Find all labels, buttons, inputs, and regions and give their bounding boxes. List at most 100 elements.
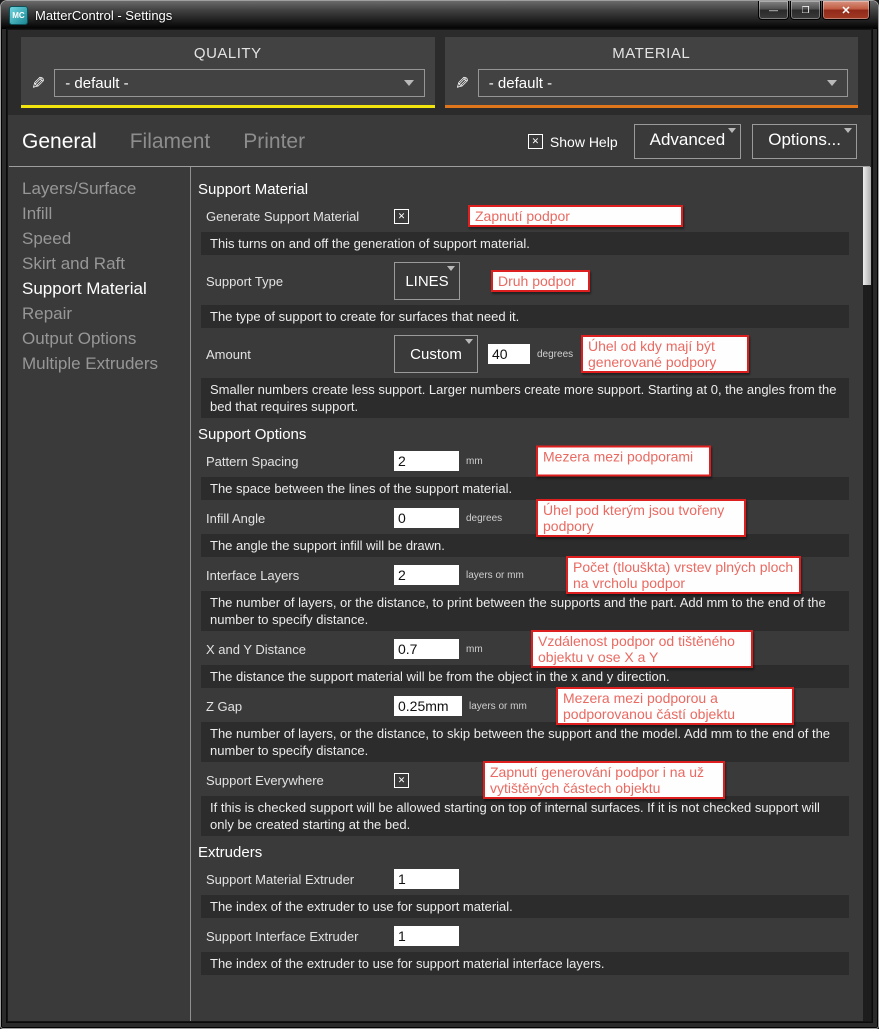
- scrollbar-thumb[interactable]: [863, 167, 871, 285]
- annotation-note: Mezera mezi podporami: [536, 446, 711, 477]
- material-panel-title: MATERIAL: [455, 45, 849, 62]
- annotation-note: Zapnutí podpor: [468, 205, 683, 227]
- setting-row-z-gap: Z Gaplayers or mmMezera mezi podporou a …: [191, 694, 863, 718]
- scrollbar[interactable]: [863, 167, 871, 1021]
- setting-row-amount: AmountCustomdegreesÚhel od kdy mají být …: [191, 334, 863, 374]
- setting-label: Support Interface Extruder: [206, 929, 394, 944]
- help-text: The space between the lines of the suppo…: [201, 477, 849, 500]
- annotation-note: Úhel od kdy mají být generované podpory: [581, 335, 749, 373]
- help-text: If this is checked support will be allow…: [201, 796, 849, 836]
- help-text: The index of the extruder to use for sup…: [201, 952, 849, 975]
- quality-preset-value: - default -: [65, 75, 128, 92]
- maximize-button-icon[interactable]: ❐: [790, 1, 821, 20]
- unit-label: layers or mm: [469, 701, 527, 712]
- input-amount[interactable]: [488, 344, 530, 364]
- annotation-note: Počet (tlouškta) vrstev plných ploch na …: [566, 556, 801, 594]
- input-support-interface-extruder[interactable]: [394, 926, 459, 946]
- material-preset-select[interactable]: - default -: [478, 69, 848, 97]
- window-body: QUALITY ✎ - default - MATERIAL ✎ - defau…: [7, 29, 872, 1022]
- setting-row-interface-layers: Interface Layerslayers or mmPočet (tlouš…: [191, 563, 863, 587]
- section-heading-support-options: Support Options: [191, 426, 863, 443]
- dropdown-value: LINES: [405, 273, 448, 290]
- sidebar-item-speed[interactable]: Speed: [22, 226, 190, 251]
- advanced-button[interactable]: Advanced: [634, 124, 742, 159]
- checked-checkbox-icon[interactable]: ✕: [528, 134, 543, 149]
- input-support-material-extruder[interactable]: [394, 869, 459, 889]
- show-help-toggle[interactable]: ✕ Show Help: [528, 134, 618, 150]
- input-z-gap[interactable]: [394, 696, 462, 716]
- unit-label: mm: [466, 644, 483, 655]
- edit-pencil-icon[interactable]: ✎: [31, 75, 45, 92]
- tab-filament[interactable]: Filament: [130, 130, 211, 154]
- setting-label: Support Material Extruder: [206, 872, 394, 887]
- tab-printer[interactable]: Printer: [243, 130, 305, 154]
- minimize-button-icon[interactable]: —: [758, 1, 789, 20]
- dropdown-support-type[interactable]: LINES: [394, 262, 460, 300]
- app-icon: MC: [9, 6, 28, 25]
- setting-row-support-everywhere: Support Everywhere✕Zapnutí generování po…: [191, 768, 863, 792]
- chevron-down-icon: [728, 128, 736, 133]
- sidebar-item-multiple-extruders[interactable]: Multiple Extruders: [22, 351, 190, 376]
- settings-panel: Support MaterialGenerate Support Materia…: [191, 167, 863, 1021]
- sidebar-item-skirt-and-raft[interactable]: Skirt and Raft: [22, 251, 190, 276]
- quality-preset-select[interactable]: - default -: [54, 69, 424, 97]
- section-heading-support-material: Support Material: [191, 181, 863, 198]
- options-button-label: Options...: [768, 130, 841, 149]
- help-text: The type of support to create for surfac…: [201, 305, 849, 328]
- setting-label: Infill Angle: [206, 511, 394, 526]
- setting-label: Pattern Spacing: [206, 454, 394, 469]
- window-title: MatterControl - Settings: [35, 8, 172, 23]
- chevron-down-icon: [827, 80, 837, 86]
- tab-general[interactable]: General: [22, 130, 97, 154]
- content-area: Layers/SurfaceInfillSpeedSkirt and RaftS…: [8, 167, 871, 1021]
- help-text: This turns on and off the generation of …: [201, 232, 849, 255]
- help-text: The distance the support material will b…: [201, 665, 849, 688]
- setting-row-support-material-extruder: Support Material Extruder: [191, 867, 863, 891]
- dropdown-value: Custom: [410, 346, 462, 363]
- input-interface-layers[interactable]: [394, 565, 459, 585]
- chevron-down-icon: [404, 80, 414, 86]
- edit-pencil-icon[interactable]: ✎: [455, 75, 469, 92]
- sidebar-item-output-options[interactable]: Output Options: [22, 326, 190, 351]
- checked-checkbox-icon[interactable]: ✕: [394, 773, 409, 788]
- help-text: The angle the support infill will be dra…: [201, 534, 849, 557]
- quality-preset-panel: QUALITY ✎ - default -: [21, 37, 435, 108]
- help-text: Smaller numbers create less support. Lar…: [201, 378, 849, 418]
- sidebar-item-infill[interactable]: Infill: [22, 201, 190, 226]
- quality-panel-title: QUALITY: [31, 45, 425, 62]
- help-text: The number of layers, or the distance, t…: [201, 591, 849, 631]
- annotation-note: Vzdálenost podpor od tištěného objektu v…: [531, 630, 753, 668]
- chevron-down-icon: [465, 339, 473, 344]
- title-bar[interactable]: MC MatterControl - Settings — ❐ ✕: [1, 1, 878, 29]
- checked-checkbox-icon[interactable]: ✕: [394, 209, 409, 224]
- sidebar-item-support-material[interactable]: Support Material: [22, 276, 190, 301]
- dropdown-amount[interactable]: Custom: [394, 335, 478, 373]
- tab-bar: General Filament Printer ✕ Show Help Advan…: [8, 115, 871, 166]
- setting-row-x-and-y-distance: X and Y DistancemmVzdálenost podpor od t…: [191, 637, 863, 661]
- material-preset-panel: MATERIAL ✎ - default -: [445, 37, 859, 108]
- close-button-icon[interactable]: ✕: [822, 1, 870, 20]
- chevron-down-icon: [844, 128, 852, 133]
- options-button[interactable]: Options...: [752, 124, 857, 159]
- sidebar-item-repair[interactable]: Repair: [22, 301, 190, 326]
- setting-label: Interface Layers: [206, 568, 394, 583]
- help-text: The index of the extruder to use for sup…: [201, 895, 849, 918]
- input-pattern-spacing[interactable]: [394, 451, 459, 471]
- help-text: The number of layers, or the distance, t…: [201, 722, 849, 762]
- section-heading-extruders: Extruders: [191, 844, 863, 861]
- setting-row-generate-support-material: Generate Support Material✕Zapnutí podpor: [191, 204, 863, 228]
- window-controls: — ❐ ✕: [758, 1, 870, 20]
- unit-label: degrees: [537, 349, 573, 360]
- presets-strip: QUALITY ✎ - default - MATERIAL ✎ - defau…: [8, 30, 871, 115]
- annotation-note: Mezera mezi podporou a podporovanou část…: [556, 687, 794, 725]
- setting-row-pattern-spacing: Pattern SpacingmmMezera mezi podporami: [191, 449, 863, 473]
- input-x-and-y-distance[interactable]: [394, 639, 459, 659]
- sidebar: Layers/SurfaceInfillSpeedSkirt and RaftS…: [8, 167, 190, 1021]
- input-infill-angle[interactable]: [394, 508, 459, 528]
- tabs: General Filament Printer: [22, 130, 338, 154]
- show-help-label: Show Help: [550, 134, 618, 150]
- setting-row-support-type: Support TypeLINESDruh podpor: [191, 261, 863, 301]
- unit-label: layers or mm: [466, 570, 524, 581]
- sidebar-item-layers-surface[interactable]: Layers/Surface: [22, 176, 190, 201]
- chevron-down-icon: [447, 266, 455, 271]
